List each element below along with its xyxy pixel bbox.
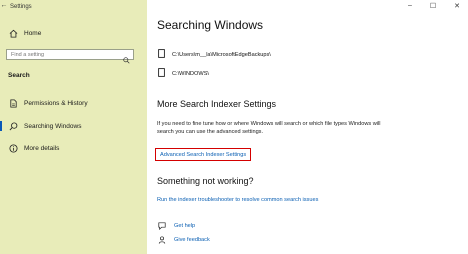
sidebar-item-label: Permissions & History — [24, 100, 88, 107]
troubleshooter-link[interactable]: Run the indexer troubleshooter to resolv… — [157, 197, 318, 203]
info-icon — [8, 144, 18, 153]
sidebar-item-label: More details — [24, 145, 60, 152]
indexer-settings-heading: More Search Indexer Settings — [157, 99, 277, 109]
give-feedback-label: Give feedback — [174, 237, 210, 243]
document-icon — [158, 49, 165, 60]
document-icon — [158, 68, 165, 79]
find-setting-input[interactable] — [7, 50, 121, 59]
sidebar-item-home[interactable]: Home — [8, 29, 41, 38]
indexed-location[interactable]: C:\WINDOWS\ — [158, 68, 209, 79]
main-panel: – ☐ ✕ Searching Windows C:\Users\m__la\M… — [147, 0, 468, 254]
close-button[interactable]: ✕ — [454, 2, 460, 10]
feedback-icon — [158, 236, 166, 244]
indexed-location-path: C:\Users\m__la\MicrosoftEdgeBackups\ — [172, 51, 271, 58]
search-icon — [8, 122, 18, 131]
permissions-icon — [8, 99, 18, 108]
indexed-location-path: C:\WINDOWS\ — [172, 70, 209, 77]
sidebar-item-more-details[interactable]: More details — [8, 144, 59, 153]
advanced-indexer-settings-link[interactable]: Advanced Search Indexer Settings — [155, 148, 252, 161]
get-help-link[interactable]: Get help — [158, 222, 195, 230]
sidebar-item-label: Searching Windows — [24, 123, 82, 130]
get-help-icon — [158, 222, 166, 230]
sidebar-item-home-label: Home — [24, 30, 42, 37]
sidebar-section-label: Search — [8, 72, 30, 79]
active-indicator — [0, 121, 2, 131]
get-help-label: Get help — [174, 223, 196, 229]
page-title: Searching Windows — [157, 18, 264, 32]
indexed-location[interactable]: C:\Users\m__la\MicrosoftEdgeBackups\ — [158, 49, 271, 60]
give-feedback-link[interactable]: Give feedback — [158, 236, 210, 244]
sidebar-item-permissions[interactable]: Permissions & History — [8, 99, 88, 108]
find-setting-search[interactable] — [6, 49, 134, 64]
home-icon — [8, 29, 18, 38]
window-title: Settings — [10, 4, 32, 10]
maximize-button[interactable]: ☐ — [430, 2, 436, 10]
minimize-button[interactable]: – — [408, 2, 412, 10]
indexer-description: If you need to fine tune how or where Wi… — [157, 121, 381, 135]
search-icon[interactable] — [123, 51, 130, 69]
sidebar: ← Settings Home Search Permissions & His… — [0, 0, 147, 254]
window-controls: – ☐ ✕ — [408, 2, 460, 10]
back-button[interactable]: ← — [0, 2, 8, 10]
sidebar-item-searching-windows[interactable]: Searching Windows — [8, 122, 81, 131]
troubleshoot-heading: Something not working? — [157, 176, 254, 186]
